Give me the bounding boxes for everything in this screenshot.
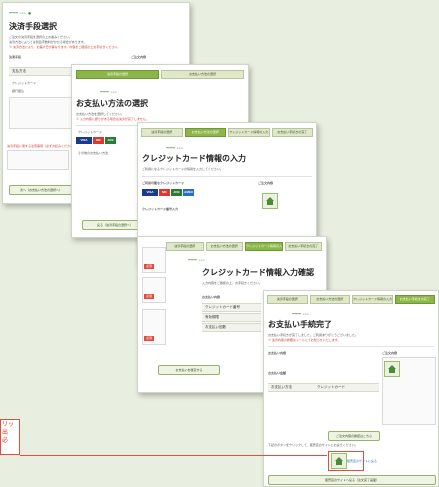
info-text: ご利用になるクレジットカードの情報を入力してください。: [142, 167, 223, 171]
visa-icon: VISA: [142, 189, 158, 196]
home-icon[interactable]: [384, 361, 400, 377]
step-2: お支払い方法の選択: [161, 70, 244, 79]
mastercard-icon: MC: [93, 137, 104, 144]
section-label: ご利用可能なクレジットカード: [142, 181, 185, 185]
callout-line-1: リッ: [2, 422, 15, 428]
home-icon[interactable]: [331, 453, 347, 469]
table-row: クレジットカード番号: [202, 303, 261, 312]
intro-text-1: ご注文の決済手段を選択の上お進みください。: [9, 35, 73, 39]
step-2: お支払い方法の選択: [309, 295, 350, 304]
checkout-screen-complete: 決済手段の選択 お支払い方法の選択 クレジットカード情報の入力 お支払い手続きの…: [263, 290, 439, 487]
annotation-callout: リッ 出 必: [0, 419, 20, 455]
order-detail-link[interactable]: ご注文内容の確認はこちら: [328, 431, 380, 441]
mastercard-icon: MC: [159, 189, 170, 196]
progress-steps: 決済手段の選択 お支払い方法の選択 クレジットカード情報の入力 お支払い手続きの…: [267, 295, 435, 304]
footer-notice: 下記のボタンをクリックして、販売店のサイトにお戻りください。: [268, 443, 358, 447]
amex-icon: AMEX: [183, 189, 194, 196]
notice-text: ※ 入力内容に誤りがある場合は決済が完了しません。: [76, 117, 149, 121]
row-label-expiry: 有効期限: [205, 315, 219, 319]
intro-text-2: 決済方法によっては別途手数料がかかる場合があります。: [9, 40, 87, 44]
card-brand-logos: VISA MC JCB AMEX: [142, 189, 194, 196]
divider: [268, 346, 434, 347]
callout-connector-horizontal: [20, 455, 327, 456]
page-title: クレジットカード情報入力確認: [202, 268, 314, 277]
shop-logo: ｰｰｰ ◦◦◦ ●: [9, 11, 32, 17]
form-label: クレジットカード番号入力: [142, 207, 179, 211]
total-label: お支払い金額: [268, 371, 287, 375]
shop-logo: ｰｰｰ ◦◦◦: [188, 258, 206, 264]
required-badge: 必須: [144, 294, 155, 299]
next-button[interactable]: 次へ（お支払い方法の選択へ）: [9, 185, 73, 195]
table-row: 銀行振込: [12, 89, 25, 93]
table-row: 有効期限: [202, 313, 261, 322]
notice-text: ※ 決済方法により、お届け日が異なります。内容をご確認の上お手続きください。: [9, 45, 121, 49]
option-other-label[interactable]: その他のお支払い方法: [78, 151, 108, 155]
progress-steps: 決済手段の選択 お支払い方法の選択 クレジットカード情報の入力 お支払い手続きの…: [141, 128, 313, 137]
col-header-method: 支払方法: [12, 69, 26, 73]
step-1: 決済手段の選択: [267, 295, 308, 304]
step-2: お支払い方法の選択: [205, 242, 243, 251]
step-1: 決済手段の選択: [141, 128, 183, 137]
page-title: お支払い手続完了: [268, 320, 332, 329]
shop-logo: ｰｰｰ ◦◦◦: [292, 312, 310, 318]
row-value: クレジットカード: [316, 385, 345, 389]
shop-logo: ｰｰｰ ◦◦◦: [100, 90, 118, 96]
step-2: お支払い方法の選択: [184, 128, 226, 137]
home-icon[interactable]: [262, 193, 278, 209]
page-title: クレジットカード情報の入力: [142, 154, 246, 163]
step-3: クレジットカード情報の入力: [245, 242, 283, 251]
row-label-installments: お支払い回数: [205, 325, 226, 329]
callout-line-2: 出: [2, 430, 9, 436]
section-left-label: お支払い内容: [268, 351, 287, 355]
page-title: お支払い方法の選択: [76, 99, 148, 108]
table-row: お支払い回数: [202, 323, 261, 332]
back-to-shop-highlight: 販売店のサイトに戻る: [328, 451, 377, 471]
page-title: 決済手段選択: [9, 22, 57, 31]
step-3: クレジットカード情報の入力: [228, 128, 270, 137]
row-label-card: クレジットカード番号: [205, 305, 240, 309]
callout-line-3: 必: [2, 438, 9, 444]
row-label: お支払い方法: [271, 385, 292, 389]
step-4: お支払い手続きの完了: [394, 295, 435, 304]
table-row: クレジットカード: [12, 81, 37, 85]
progress-steps: 決済手段の選択 お支払い方法の選択: [76, 70, 244, 79]
field-card-number: [142, 247, 166, 273]
step-4: お支払い手続きの完了: [284, 242, 322, 251]
option-card-label[interactable]: クレジットカード: [78, 130, 102, 134]
info-text: 入力内容をご確認の上、お手続きください。: [202, 281, 263, 285]
shop-logo: ｰｰｰ ◦◦◦: [166, 146, 184, 152]
section-right-label: ご注文内容: [382, 351, 398, 355]
section-label-right: ご注文内容: [131, 55, 147, 59]
step-1: 決済手段の選択: [166, 242, 204, 251]
field-expiry: [142, 277, 166, 303]
note-label: 決済手段に関する注意事項（必ずお読みください）: [7, 144, 77, 148]
info-text: お支払い手続きが完了しました。ご利用ありがとうございました。: [268, 333, 359, 337]
divider: [142, 176, 312, 177]
jcb-icon: JCB: [105, 137, 116, 144]
step-1: 決済手段の選択: [76, 70, 159, 79]
confirm-button[interactable]: お支払いを確定する: [158, 365, 220, 375]
step-3: クレジットカード情報の入力: [352, 295, 393, 304]
required-badge: 必須: [144, 264, 155, 269]
visa-icon: VISA: [76, 137, 92, 144]
section-label-right: ご注文内容: [258, 181, 274, 185]
card-brand-logos: VISA MC JCB: [76, 137, 116, 144]
back-to-shop-label[interactable]: 販売店のサイトに戻る: [347, 459, 377, 463]
info-text: お支払い方法を選択してください。: [76, 112, 124, 116]
table-row: お支払い方法 クレジットカード: [268, 383, 379, 392]
step-4: お支払い手続きの完了: [271, 128, 313, 137]
jcb-icon: JCB: [171, 189, 182, 196]
section-label: 決済手段: [9, 55, 22, 59]
required-badge: 必須: [144, 336, 155, 341]
return-to-shop-button[interactable]: 販売店のサイトへ戻る（注文完了画面）: [268, 475, 436, 485]
progress-steps: 決済手段の選択 お支払い方法の選択 クレジットカード情報の入力 お支払い手続きの…: [166, 242, 322, 251]
note-box: [7, 150, 69, 170]
notice-text: ※ 決済内容の詳細はメールにてお知らせいたします。: [268, 338, 341, 342]
section-label: お支払い内容: [202, 295, 221, 299]
